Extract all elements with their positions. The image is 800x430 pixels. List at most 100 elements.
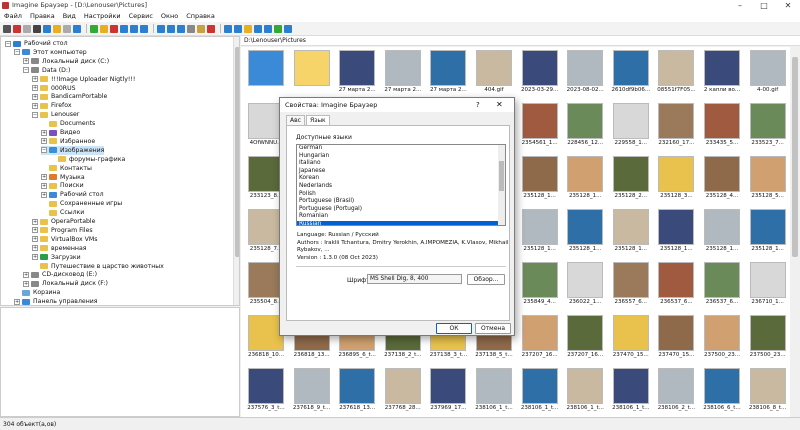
menu-item-5[interactable]: Окно [161, 12, 178, 20]
tree-scrollbar-thumb[interactable] [235, 47, 239, 257]
thumbnail[interactable]: 238106_6_t... [701, 367, 743, 417]
toolbar-button-icon[interactable] [284, 24, 292, 33]
tree-item[interactable]: Путешествие в царство животных [32, 262, 164, 271]
thumbnail[interactable]: 235128_2... [610, 155, 652, 207]
grid-scrollbar-thumb[interactable] [792, 57, 798, 257]
thumbnail[interactable]: 236557_6... [610, 261, 652, 313]
menu-item-4[interactable]: Сервис [129, 12, 153, 20]
dialog-close-icon[interactable]: ✕ [496, 98, 503, 112]
tree-item[interactable]: + Загрузки [32, 253, 81, 262]
toolbar-button-icon[interactable] [63, 24, 71, 33]
thumbnail[interactable]: 238106_1_t... [610, 367, 652, 417]
thumbnail[interactable]: 27 марта 2... [427, 49, 469, 101]
path-bar[interactable]: D:\Lenouser\Pictures [241, 36, 800, 46]
thumbnail[interactable]: 228456_12... [564, 102, 606, 154]
thumbnail[interactable]: 237576_3_t... [245, 367, 287, 417]
toolbar-button-icon[interactable] [167, 24, 175, 33]
expand-icon[interactable]: + [32, 85, 38, 91]
expand-icon[interactable]: − [41, 147, 47, 154]
expand-icon[interactable]: + [32, 93, 38, 100]
language-option[interactable]: Portuguese (Brasil) [297, 198, 505, 206]
expand-icon[interactable]: + [41, 182, 47, 189]
toolbar-button-icon[interactable] [187, 24, 195, 33]
expand-icon[interactable]: + [32, 227, 38, 234]
tree-item[interactable]: +000RUS [32, 84, 76, 93]
tree-item[interactable]: − Изображения [41, 145, 105, 155]
toolbar-button-icon[interactable] [177, 24, 185, 33]
thumbnail[interactable]: 2354561_1... [519, 102, 561, 154]
tree-item[interactable]: Сохраненные игры [41, 199, 122, 208]
tree-item[interactable]: + Панель управления [14, 297, 98, 305]
thumbnail[interactable]: 236537_6... [701, 261, 743, 313]
thumbnail[interactable]: 2023-03-29... [519, 49, 561, 101]
language-option[interactable]: Hungarian [297, 153, 505, 161]
thumbnail[interactable]: 27 марта 2... [382, 49, 424, 101]
thumbnail[interactable]: 235128_1... [564, 155, 606, 207]
menu-item-3[interactable]: Настройки [84, 12, 121, 20]
expand-icon[interactable]: + [32, 236, 38, 243]
language-option[interactable]: Polish [297, 191, 505, 199]
thumbnail[interactable]: 2023-08-02... [564, 49, 606, 101]
tree-item[interactable]: + Видео [41, 128, 80, 137]
thumbnail[interactable]: 233435_5... [701, 102, 743, 154]
expand-icon[interactable]: + [41, 129, 47, 136]
tree-item[interactable]: + Избранное [41, 137, 95, 146]
tree-item[interactable]: форумы-графика [50, 155, 125, 164]
toolbar-button-icon[interactable] [197, 24, 205, 33]
thumbnail[interactable]: 237618_9_t... [291, 367, 333, 417]
tab-abc[interactable]: Авс [286, 115, 305, 125]
thumbnail[interactable]: 236537_6... [655, 261, 697, 313]
menu-item-2[interactable]: Вид [63, 12, 76, 20]
expand-icon[interactable]: + [32, 76, 38, 83]
thumbnail[interactable]: 235128_1... [747, 208, 789, 260]
thumbnail[interactable]: 238106_8_t... [747, 367, 789, 417]
tree-item[interactable]: + Поиски [41, 181, 84, 190]
thumbnail[interactable]: 4-00.gif [747, 49, 789, 101]
browse-button[interactable]: Обзор... [467, 274, 505, 285]
ok-button[interactable]: ОК [436, 323, 472, 334]
tree-item[interactable]: − Lenouser [32, 110, 79, 119]
toolbar-button-icon[interactable] [33, 24, 41, 33]
language-option[interactable]: Korean [297, 175, 505, 183]
tree-item[interactable]: + временная [32, 244, 86, 253]
cancel-button[interactable]: Отмена [475, 323, 511, 334]
tree-item[interactable]: − Этот компьютер [14, 48, 87, 57]
thumbnail[interactable] [245, 49, 287, 101]
toolbar-button-icon[interactable] [234, 24, 242, 33]
thumbnail[interactable]: 235128_1... [701, 208, 743, 260]
help-icon[interactable]: ? [476, 98, 480, 112]
thumbnail[interactable]: 238106_2_t... [655, 367, 697, 417]
thumbnail[interactable]: 232160_17... [655, 102, 697, 154]
expand-icon[interactable]: − [32, 111, 38, 118]
toolbar-button-icon[interactable] [120, 24, 128, 33]
thumbnail[interactable]: 235849_4... [519, 261, 561, 313]
toolbar-button-icon[interactable] [110, 24, 118, 33]
thumbnail[interactable]: 27 марта 2... [336, 49, 378, 101]
expand-icon[interactable]: + [23, 271, 29, 278]
thumbnail[interactable]: 237470_15... [655, 314, 697, 366]
expand-icon[interactable]: + [23, 58, 29, 65]
grid-scrollbar[interactable] [790, 47, 800, 417]
language-list[interactable]: German Hungarian Italiano Japanese Korean Ned… [296, 144, 506, 226]
thumbnail[interactable]: 238106_1_t... [564, 367, 606, 417]
tree-item[interactable]: + Локальный диск (C:) [23, 57, 109, 66]
thumbnail[interactable]: 237207_16... [564, 314, 606, 366]
thumbnail[interactable]: 229558_1... [610, 102, 652, 154]
thumbnail[interactable]: 237618_13... [336, 367, 378, 417]
tree-item[interactable]: + Локальный диск (F:) [23, 279, 108, 288]
language-option[interactable]: German [297, 145, 505, 153]
toolbar-button-icon[interactable] [244, 24, 252, 33]
thumbnail[interactable]: 235128_1... [564, 208, 606, 260]
toolbar-button-icon[interactable] [254, 24, 262, 33]
language-option[interactable]: Russian [297, 220, 505, 225]
thumbnail[interactable]: 235128_3... [655, 155, 697, 207]
expand-icon[interactable]: + [41, 138, 47, 145]
minimize-button[interactable]: – [728, 0, 752, 10]
toolbar-button-icon[interactable] [274, 24, 282, 33]
menu-item-1[interactable]: Правка [30, 12, 55, 20]
toolbar-button-icon[interactable] [100, 24, 108, 33]
thumbnail[interactable]: 238106_1_t... [519, 367, 561, 417]
toolbar-button-icon[interactable] [73, 24, 81, 33]
language-option[interactable]: Italiano [297, 160, 505, 168]
thumbnail[interactable]: 237207_16... [519, 314, 561, 366]
